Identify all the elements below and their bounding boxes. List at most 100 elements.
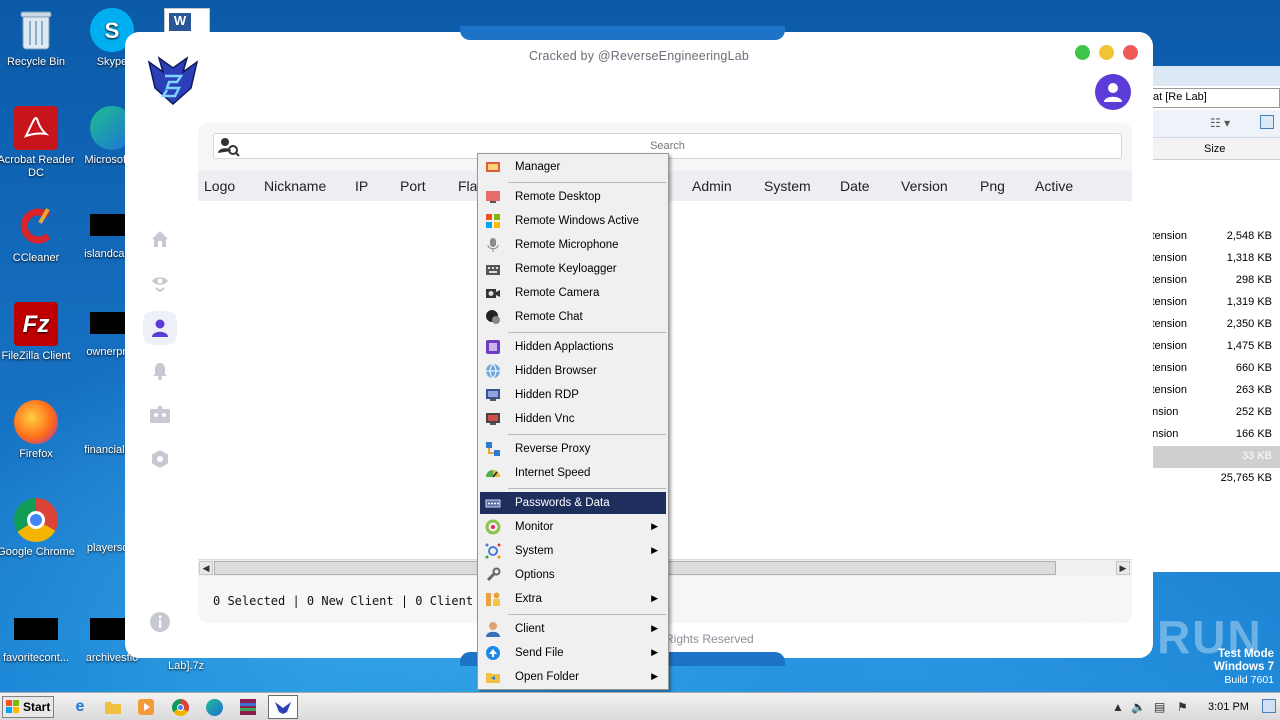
taskbar-ie-icon[interactable]: e [70, 697, 90, 717]
taskbar-clock[interactable]: 3:01 PM [1208, 701, 1249, 713]
menu-item-remote-camera[interactable]: Remote Camera [480, 282, 666, 304]
column-header-date[interactable]: Date [840, 178, 870, 194]
column-header-logo[interactable]: Logo [204, 178, 235, 194]
system-icon [485, 543, 501, 559]
sidebar-notifications[interactable] [143, 354, 177, 388]
explorer-file-row[interactable]: xtension 2,350 KB [1146, 314, 1280, 336]
desktop-icon-label: favoritecont... [2, 652, 70, 664]
explorer-file-row[interactable]: ension 252 KB [1146, 402, 1280, 424]
action-center-flag-icon[interactable]: ⚑ [1177, 700, 1188, 714]
desktop-icon-filezilla[interactable]: Fz FileZilla Client [0, 302, 76, 363]
menu-item-manager[interactable]: Manager [480, 156, 666, 178]
sidebar-info[interactable] [143, 605, 177, 639]
explorer-file-row[interactable]: xtension 660 KB [1146, 358, 1280, 380]
firefox-icon [14, 400, 58, 444]
menu-item-hidden-vnc[interactable]: Hidden Vnc [480, 408, 666, 430]
menu-item-hidden-applications[interactable]: Hidden Applactions [480, 336, 666, 358]
client-context-menu: Manager Remote Desktop Remote Windows Ac… [477, 153, 669, 690]
size-column-header[interactable]: Size [1204, 143, 1225, 155]
robot-icon [150, 406, 170, 423]
menu-item-internet-speed[interactable]: Internet Speed [480, 462, 666, 484]
maximize-button[interactable] [1075, 45, 1090, 60]
menu-item-send-file[interactable]: Send File ▶ [480, 642, 666, 664]
network-icon[interactable]: ▤ [1154, 700, 1165, 714]
tray-expand-icon[interactable]: ▲ [1112, 700, 1124, 714]
column-header-version[interactable]: Version [901, 178, 948, 194]
explorer-file-row[interactable]: xtension 298 KB [1146, 270, 1280, 292]
scroll-right-icon[interactable]: ▶ [1116, 561, 1130, 575]
taskbar-media-player-icon[interactable] [136, 697, 156, 717]
menu-item-reverse-proxy[interactable]: Reverse Proxy [480, 438, 666, 460]
sidebar-settings[interactable] [143, 442, 177, 476]
explorer-file-row[interactable]: 33 KB [1146, 446, 1280, 468]
taskbar-explorer-icon[interactable] [103, 697, 123, 717]
column-header-port[interactable]: Port [400, 178, 426, 194]
close-button[interactable] [1123, 45, 1138, 60]
preview-pane-icon[interactable] [1260, 115, 1274, 129]
desktop-icon-label: Skype [96, 56, 128, 68]
menu-item-system[interactable]: System ▶ [480, 540, 666, 562]
recycle-bin-icon [14, 8, 58, 52]
desktop-icon-ccleaner[interactable]: CCleaner [0, 204, 76, 265]
column-header-ip[interactable]: IP [355, 178, 368, 194]
sidebar-clients[interactable] [143, 311, 177, 345]
menu-item-monitor[interactable]: Monitor ▶ [480, 516, 666, 538]
rdp-icon [485, 387, 501, 403]
column-header-active[interactable]: Active [1035, 178, 1073, 194]
menu-item-remote-keylogger[interactable]: Remote Keyloagger [480, 258, 666, 280]
menu-item-remote-desktop[interactable]: Remote Desktop [480, 186, 666, 208]
menu-item-hidden-browser[interactable]: Hidden Browser [480, 360, 666, 382]
windows-icon [485, 213, 501, 229]
menu-item-options[interactable]: Options [480, 564, 666, 586]
desktop-icon-chrome[interactable]: Google Chrome [0, 498, 76, 559]
remote-desktop-icon [485, 189, 501, 205]
column-header-system[interactable]: System [764, 178, 811, 194]
menu-item-client[interactable]: Client ▶ [480, 618, 666, 640]
column-header-png[interactable]: Png [980, 178, 1005, 194]
menu-item-passwords-data[interactable]: Passwords & Data [480, 492, 666, 514]
desktop-icon-label: CCleaner [12, 252, 60, 264]
explorer-column-header[interactable]: Size [1146, 138, 1280, 160]
start-button[interactable]: Start [2, 696, 54, 718]
submenu-arrow-icon: ▶ [651, 623, 658, 633]
account-avatar[interactable] [1095, 74, 1131, 110]
scroll-left-icon[interactable]: ◀ [199, 561, 213, 575]
desktop-icon-acrobat[interactable]: Acrobat Reader DC [0, 106, 76, 180]
volume-icon[interactable]: 🔈 [1131, 700, 1146, 714]
show-desktop-button[interactable] [1262, 699, 1276, 713]
view-options-icon[interactable]: ☷ ▾ [1210, 116, 1230, 130]
extra-icon [485, 591, 501, 607]
explorer-file-row[interactable]: xtension 1,319 KB [1146, 292, 1280, 314]
test-mode-line: Test Mode [1217, 648, 1274, 660]
explorer-address-bar[interactable]: at [Re Lab] [1146, 88, 1280, 108]
minimize-button[interactable] [1099, 45, 1114, 60]
sidebar-bot[interactable] [143, 398, 177, 432]
menu-item-remote-microphone[interactable]: Remote Microphone [480, 234, 666, 256]
explorer-file-row[interactable]: xtension 1,318 KB [1146, 248, 1280, 270]
taskbar-edge-icon[interactable] [204, 697, 224, 717]
menu-item-hidden-rdp[interactable]: Hidden RDP [480, 384, 666, 406]
desktop-icon-favoritecont[interactable]: favoritecont... [0, 608, 76, 665]
sidebar-monitor[interactable] [143, 266, 177, 300]
menu-item-remote-chat[interactable]: Remote Chat [480, 306, 666, 328]
taskbar-winrar-icon[interactable] [238, 697, 258, 717]
desktop-icon-recycle-bin[interactable]: Recycle Bin [0, 8, 76, 69]
explorer-file-row[interactable]: xtension 263 KB [1146, 380, 1280, 402]
column-header-nickname[interactable]: Nickname [264, 178, 326, 194]
taskbar-app-button[interactable] [268, 695, 298, 719]
explorer-window[interactable]: at [Re Lab] ☷ ▾ Size xtension 2,548 KB xte… [1145, 66, 1280, 572]
menu-item-remote-windows-active[interactable]: Remote Windows Active [480, 210, 666, 232]
menu-item-open-folder[interactable]: Open Folder ▶ [480, 666, 666, 688]
menu-item-extra[interactable]: Extra ▶ [480, 588, 666, 610]
column-header-admin[interactable]: Admin [692, 178, 732, 194]
explorer-file-row[interactable]: ension 166 KB [1146, 424, 1280, 446]
explorer-file-row[interactable]: xtension 2,548 KB [1146, 226, 1280, 248]
explorer-file-row[interactable]: 25,765 KB [1146, 468, 1280, 490]
menu-item-label: Remote Microphone [515, 239, 619, 251]
taskbar-chrome-icon[interactable] [170, 697, 190, 717]
desktop-icon-firefox[interactable]: Firefox [0, 400, 76, 461]
start-label: Start [23, 700, 51, 714]
explorer-file-row[interactable]: xtension 1,475 KB [1146, 336, 1280, 358]
sidebar-home[interactable] [143, 222, 177, 256]
client-icon [485, 621, 501, 637]
